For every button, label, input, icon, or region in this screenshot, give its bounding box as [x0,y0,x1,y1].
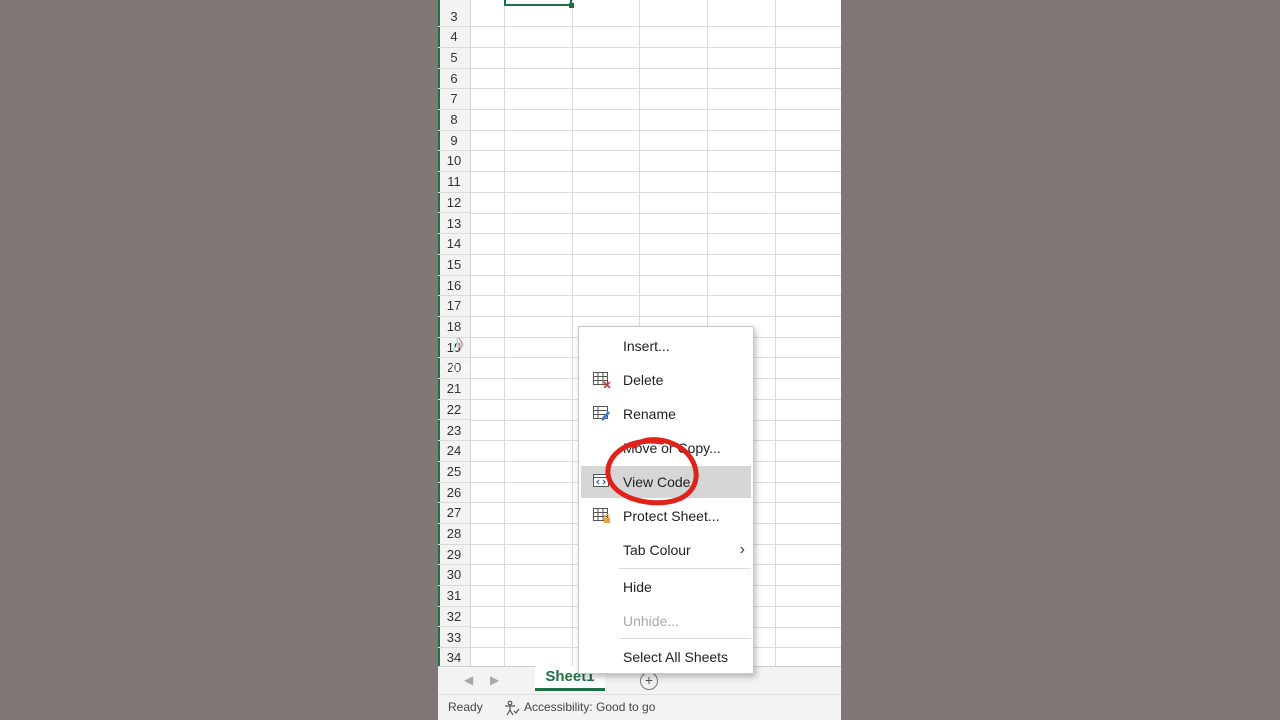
menu-item-label: View Code [623,474,691,490]
fill-handle[interactable] [569,3,574,8]
add-sheet-button[interactable]: + [640,672,658,690]
row-header[interactable]: 10 [438,151,470,173]
row-header[interactable]: 33 [438,628,470,649]
menu-separator [619,638,751,639]
tiktok-logo-icon: ♪ [452,330,464,357]
row-header[interactable]: 32 [438,607,470,628]
menu-item-label: Tab Colour [623,542,691,558]
menu-item-label: Delete [623,372,664,388]
row-header[interactable]: 5 [438,48,470,69]
column-gridline [572,0,573,666]
column-gridline [504,0,505,666]
accessibility-status-text: Accessibility: Good to go [524,700,656,714]
tab-scroll-left-button[interactable]: ◀ [464,673,473,687]
row-header[interactable]: 25 [438,462,470,483]
tiktok-watermark-text: TikTok [444,363,482,375]
row-gridline [470,46,841,48]
active-cell[interactable] [504,0,574,8]
sheet-tab-context-menu: Insert... Delete Rename Move or Copy... … [578,326,754,674]
row-header[interactable]: 34 [438,648,470,666]
row-gridline [470,233,841,235]
column-gridline [775,0,776,666]
delete-sheet-icon [593,372,611,388]
row-gridline [470,274,841,276]
menu-item-label: Insert... [623,338,670,354]
row-gridline [470,129,841,131]
row-header[interactable]: 17 [438,296,470,317]
menu-item-label: Rename [623,406,676,422]
row-header[interactable]: 27 [438,503,470,524]
row-header[interactable]: 24 [438,441,470,462]
accessibility-icon [505,700,520,716]
view-code-icon [593,474,609,487]
menu-item-label: Select All Sheets [623,649,729,665]
row-header[interactable]: 29 [438,545,470,566]
menu-item-protect-sheet[interactable]: Protect Sheet... [581,500,751,532]
row-gridline [470,253,841,255]
menu-item-delete[interactable]: Delete [581,364,751,396]
row-header[interactable]: 30 [438,565,470,587]
menu-item-view-code[interactable]: View Code [581,466,751,498]
menu-item-move-or-copy[interactable]: Move or Copy... [581,432,751,464]
row-header[interactable]: 15 [438,255,470,276]
row-header[interactable]: 23 [438,421,470,442]
status-bar: Ready Accessibility: Good to go [438,694,841,720]
chevron-right-icon: › [739,541,745,558]
row-header[interactable]: 4 [438,27,470,48]
row-gridline [470,295,841,297]
menu-item-label: Hide [623,579,652,595]
row-header[interactable]: 22 [438,400,470,421]
row-gridline [470,109,841,110]
row-gridline [470,88,841,90]
row-gridline [470,191,841,193]
tab-scroll-right-button[interactable]: ▶ [490,673,499,687]
status-ready-text: Ready [448,700,483,714]
row-header[interactable]: 6 [438,69,470,90]
row-header[interactable]: 12 [438,193,470,214]
menu-item-select-all-sheets[interactable]: Select All Sheets [581,641,751,673]
menu-item-tab-colour[interactable]: Tab Colour › [581,534,751,566]
menu-item-rename[interactable]: Rename [581,398,751,430]
row-header[interactable]: 28 [438,524,470,545]
menu-item-label: Protect Sheet... [623,508,720,524]
menu-item-unhide: Unhide... [581,605,751,637]
rename-sheet-icon [593,406,610,421]
row-header[interactable]: 14 [438,234,470,255]
row-header[interactable]: 3 [438,7,470,28]
row-header[interactable]: 31 [438,586,470,607]
row-header[interactable]: 26 [438,483,470,504]
row-header[interactable]: 9 [438,131,470,152]
row-header[interactable]: 16 [438,276,470,297]
row-header[interactable]: 7 [438,89,470,110]
row-header[interactable]: 13 [438,214,470,235]
row-gridline [470,67,841,69]
row-header[interactable]: 11 [438,172,470,193]
tiktok-watermark: ♪ TikTok [444,330,494,390]
row-gridline [470,212,841,214]
row-header[interactable]: 8 [438,110,470,131]
menu-item-label: Move or Copy... [623,440,721,456]
menu-separator [619,568,751,569]
row-gridline [470,316,841,317]
menu-item-hide[interactable]: Hide [581,571,751,603]
protect-sheet-icon [593,508,610,523]
row-gridline [470,171,841,173]
menu-item-insert[interactable]: Insert... [581,330,751,362]
row-gridline [470,26,841,28]
menu-item-label: Unhide... [623,613,680,629]
row-gridline [470,150,841,152]
